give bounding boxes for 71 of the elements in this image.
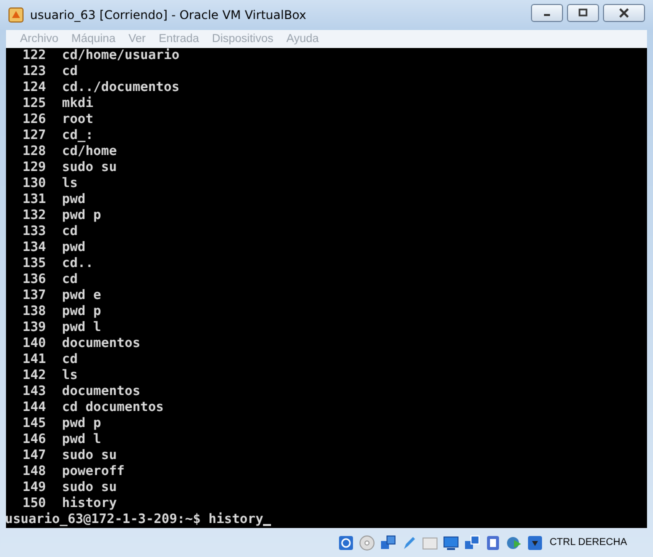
history-command: cd.. — [62, 256, 94, 272]
text-cursor — [263, 524, 272, 526]
history-number: 146 — [22, 432, 46, 448]
maximize-button[interactable] — [567, 4, 599, 22]
host-key-label: CTRL DERECHA — [550, 537, 627, 548]
history-command: cd — [62, 224, 78, 240]
history-number: 130 — [22, 176, 46, 192]
shell-prompt: usuario_63@172-1-3-209:~$ history — [5, 512, 264, 528]
history-number: 148 — [22, 464, 46, 480]
history-number: 122 — [22, 48, 46, 64]
window-title: usuario_63 [Corriendo] - Oracle VM VirtualBox — [30, 8, 306, 22]
history-command: pwd p — [62, 208, 102, 224]
history-number: 142 — [22, 368, 46, 384]
history-command: sudo su — [62, 160, 117, 176]
history-command: ls — [62, 368, 78, 384]
history-number: 131 — [22, 192, 46, 208]
history-number: 145 — [22, 416, 46, 432]
history-command: poweroff — [62, 464, 125, 480]
history-command: history — [62, 496, 117, 512]
history-number: 127 — [22, 128, 46, 144]
history-number: 144 — [22, 400, 46, 416]
history-command: pwd — [62, 192, 86, 208]
history-number: 141 — [22, 352, 46, 368]
history-number: 123 — [22, 64, 46, 80]
history-command: cd documentos — [62, 400, 164, 416]
history-number: 128 — [22, 144, 46, 160]
history-command: cd — [62, 352, 78, 368]
history-number: 149 — [22, 480, 46, 496]
maximize-icon — [577, 8, 589, 18]
history-number: 143 — [22, 384, 46, 400]
history-command: documentos — [62, 384, 140, 400]
history-command: cd — [62, 64, 78, 80]
history-command: sudo su — [62, 448, 117, 464]
mouse-capture-icon[interactable] — [526, 534, 543, 550]
history-command: mkdi — [62, 96, 94, 112]
history-number: 140 — [22, 336, 46, 352]
history-number: 132 — [22, 208, 46, 224]
history-number: 124 — [22, 80, 46, 96]
history-number: 125 — [22, 96, 46, 112]
history-command: pwd l — [62, 320, 102, 336]
history-command: ls — [62, 176, 78, 192]
history-number: 147 — [22, 448, 46, 464]
history-command: cd_: — [62, 128, 94, 144]
history-number: 133 — [22, 224, 46, 240]
history-command: pwd e — [62, 288, 102, 304]
history-number: 126 — [22, 112, 46, 128]
app-icon — [8, 7, 24, 23]
history-command: root — [62, 112, 94, 128]
history-number: 135 — [22, 256, 46, 272]
history-number: 139 — [22, 320, 46, 336]
history-number: 134 — [22, 240, 46, 256]
history-number: 150 — [22, 496, 46, 512]
history-command: cd/home — [62, 144, 117, 160]
history-command: cd/home/usuario — [62, 48, 180, 64]
history-command: cd../documentos — [62, 80, 180, 96]
monitor-icon[interactable] — [442, 534, 459, 550]
history-number: 138 — [22, 304, 46, 320]
close-icon — [618, 8, 630, 18]
history-command: documentos — [62, 336, 140, 352]
history-number: 137 — [22, 288, 46, 304]
history-number: 129 — [22, 160, 46, 176]
close-button[interactable] — [603, 4, 645, 22]
minimize-button[interactable] — [531, 4, 563, 22]
history-command: pwd p — [62, 416, 102, 432]
optical-disc-icon[interactable] — [358, 534, 375, 550]
history-command: pwd — [62, 240, 86, 256]
history-command: pwd p — [62, 304, 102, 320]
history-command: sudo su — [62, 480, 117, 496]
history-command: pwd l — [62, 432, 102, 448]
history-number: 136 — [22, 272, 46, 288]
history-command: cd — [62, 272, 78, 288]
